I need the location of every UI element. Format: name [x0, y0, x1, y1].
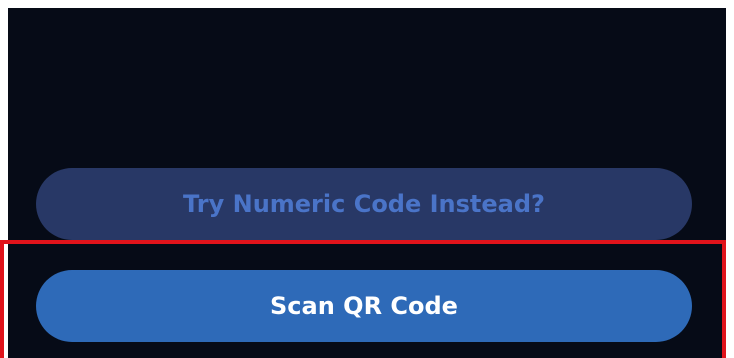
scan-qr-code-label: Scan QR Code	[270, 292, 458, 320]
scan-qr-code-button[interactable]: Scan QR Code	[36, 270, 692, 342]
app-screen: Try Numeric Code Instead? Scan QR Code	[8, 8, 726, 358]
try-numeric-code-label: Try Numeric Code Instead?	[183, 190, 545, 218]
try-numeric-code-button[interactable]: Try Numeric Code Instead?	[36, 168, 692, 240]
